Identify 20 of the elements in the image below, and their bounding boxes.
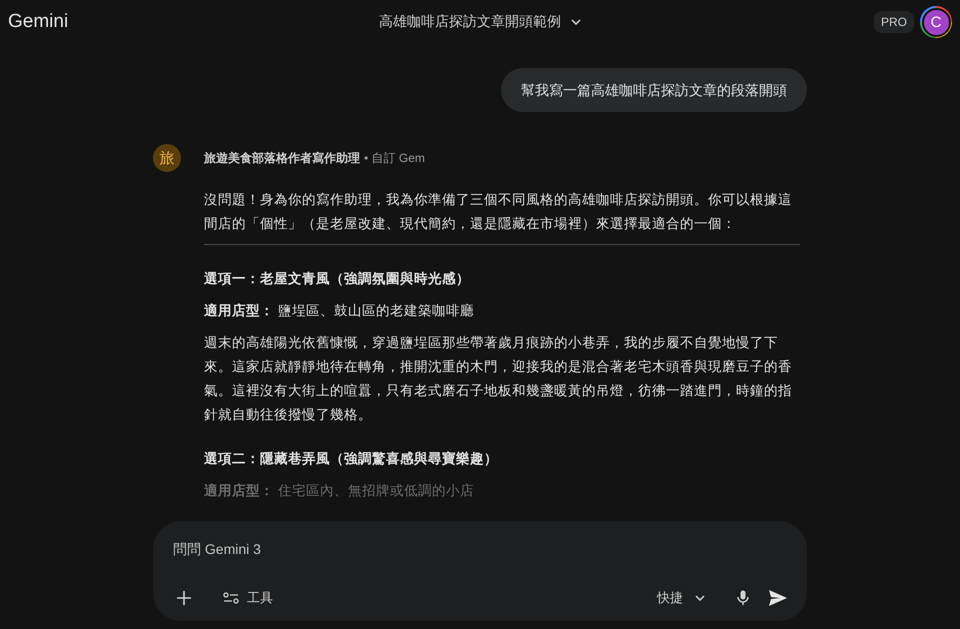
plan-badge[interactable]: PRO [874, 11, 914, 33]
gem-avatar: 旅 [153, 144, 181, 172]
chevron-icon [695, 595, 705, 601]
account-avatar[interactable]: C [920, 6, 952, 38]
gem-name: 旅遊美食部落格作者寫作助理 [204, 150, 360, 166]
prompt-field[interactable]: 問問 Gemini 3 [173, 537, 573, 561]
chevron-icon [571, 19, 581, 25]
paragraph: 沒問題！身為你的寫作助理，我為你準備了三個不同風格的高雄咖啡店探訪開頭。你可以根據這間店的「個性」（是老屋改建、現代簡約，還是隱藏在市場裡）來選擇最適合的一個： [204, 191, 793, 233]
section-heading: 選項二：隱藏巷弄風（強調驚喜感與尋寶樂趣） [204, 450, 499, 468]
paragraph: 適用店型： 鹽埕區、鼓山區的老建築咖啡廳 [204, 302, 475, 320]
paragraph: 週末的高雄陽光依舊慷慨，穿過鹽埕區那些帶著歲月痕跡的小巷弄，我的步履不自覺地慢了下來。這家店就靜靜地待在轉角，推開沈重的木門，迎接我的是混合著老宅木頭香與現磨豆子的香氣。這裡沒有大街上的喧囂，只有老式磨石子地板和幾盞暖黃的吊燈，彷彿一踏進門，時鐘的指針就自動往後撥慢了幾格。 [204, 334, 793, 424]
tools-button[interactable]: 工具 [219, 585, 277, 611]
section-heading: 選項一：老屋文青風（強調氛圍與時光感） [204, 270, 471, 288]
paragraph: 適用店型： 住宅區內、無招牌或低調的小店 [204, 482, 475, 500]
user-message: 幫我寫一篇高雄咖啡店探訪文章的段落開頭 [501, 68, 807, 112]
mode-selector[interactable]: 快捷 [653, 585, 709, 611]
sliders-icon [223, 592, 239, 604]
app-logo[interactable]: Gemini [8, 11, 68, 33]
conversation-title[interactable]: 高雄咖啡店探訪文章開頭範例 [375, 9, 585, 35]
gem-tag: • 自訂 Gem [364, 150, 425, 166]
